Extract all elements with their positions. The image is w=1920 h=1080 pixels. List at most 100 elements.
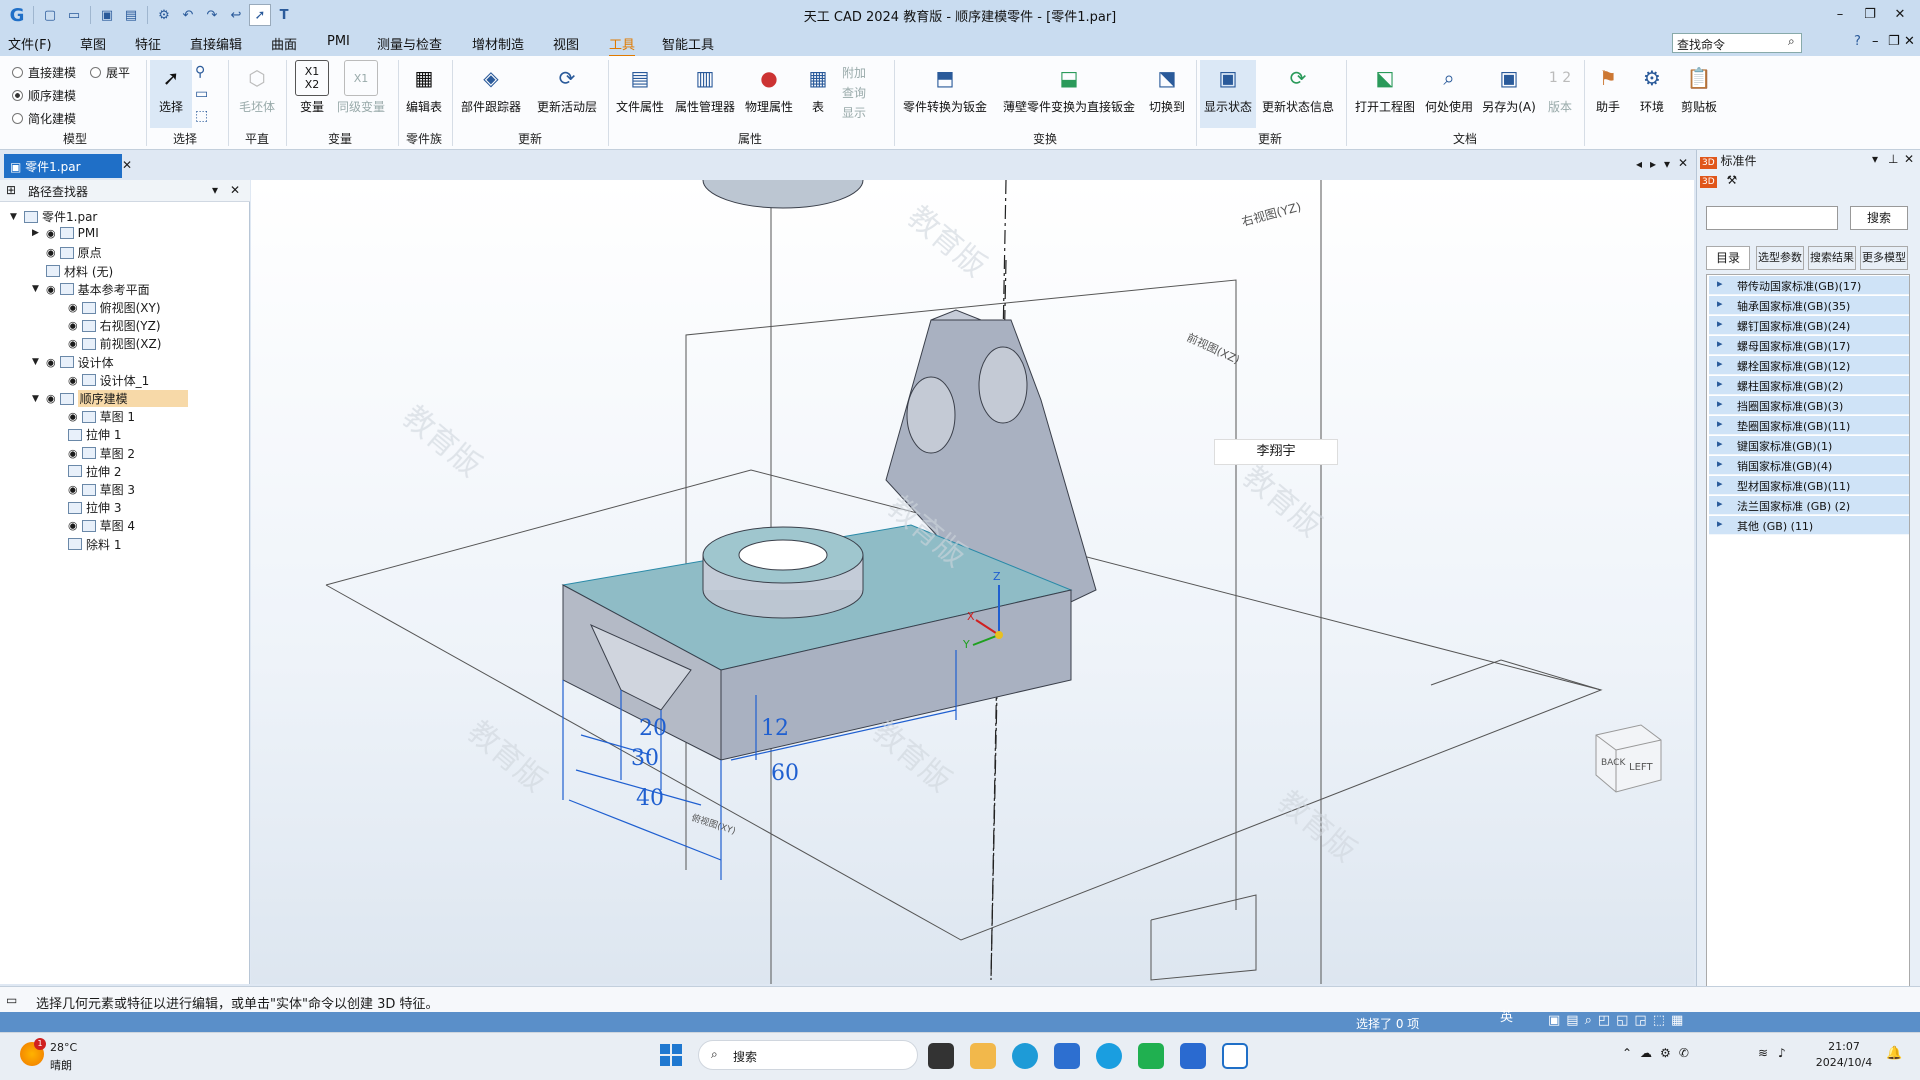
expand-toggle-icon[interactable]: ▶ <box>32 228 42 238</box>
menu-file[interactable]: 文件(F) <box>8 34 52 53</box>
part-tracker-button[interactable]: ◈ 部件跟踪器 <box>456 60 526 115</box>
tab-close-icon[interactable]: ✕ <box>122 158 132 172</box>
category-item[interactable]: 螺母国家标准(GB)(17) <box>1709 336 1909 355</box>
menu-smart-tools[interactable]: 智能工具 <box>662 34 714 53</box>
category-item[interactable]: 螺钉国家标准(GB)(24) <box>1709 316 1909 335</box>
tree-item[interactable]: ▶ ◉ PMI <box>32 226 99 240</box>
view-tools-icons[interactable]: ▣▤⌕◰◱◲⬚▦ <box>1548 1013 1689 1028</box>
rough-body-button[interactable]: ⬡ 毛坯体 <box>232 60 282 115</box>
tree-item[interactable]: ▼ ◉ 设计体 <box>32 354 114 371</box>
category-item[interactable]: 键国家标准(GB)(1) <box>1709 436 1909 455</box>
version-button[interactable]: 1 2 版本 <box>1540 60 1580 115</box>
menu-pmi[interactable]: PMI <box>327 34 350 49</box>
visibility-eye-icon[interactable]: ◉ <box>68 319 78 332</box>
convert-to-sheetmetal-button[interactable]: ⬒ 零件转换为钣金 <box>898 60 992 115</box>
std-menu-icon[interactable]: ▾ <box>1872 152 1878 166</box>
environment-button[interactable]: ⚙ 环境 <box>1632 60 1672 115</box>
clock-date[interactable]: 2024/10/4 <box>1814 1056 1874 1069</box>
hammer-icon[interactable]: ⚒ <box>1726 173 1737 187</box>
tree-item[interactable]: ◉ 草图 1 <box>54 408 135 425</box>
view-cube[interactable]: BACK LEFT <box>1595 724 1662 793</box>
tree-item[interactable]: ▼ 零件1.par <box>10 208 97 225</box>
menu-additive[interactable]: 增材制造 <box>472 34 524 53</box>
radio-sequential-modeling[interactable]: 顺序建模 <box>12 87 76 104</box>
expand-toggle-icon[interactable]: ▼ <box>32 394 42 404</box>
lasso-select-icon[interactable]: ⬚ <box>195 108 208 124</box>
tree-item[interactable]: ◉ 右视图(YZ) <box>54 317 161 334</box>
clipboard-button[interactable]: 📋 剪贴板 <box>1676 60 1722 115</box>
menu-surface[interactable]: 曲面 <box>271 34 297 53</box>
tab-more-models[interactable]: 更多模型 <box>1860 246 1908 270</box>
menu-view[interactable]: 视图 <box>553 34 579 53</box>
tab-next-icon[interactable]: ▸ <box>1650 157 1656 171</box>
variables-button[interactable]: X1 X2 变量 <box>290 60 334 115</box>
visibility-eye-icon[interactable]: ◉ <box>46 283 56 296</box>
tree-item[interactable]: ◉ 俯视图(XY) <box>54 299 161 316</box>
minimize-button[interactable]: – <box>1826 4 1854 26</box>
visibility-eye-icon[interactable]: ◉ <box>46 246 56 259</box>
dim-40[interactable]: 40 <box>636 786 664 811</box>
category-item[interactable]: 垫圈国家标准(GB)(11) <box>1709 416 1909 435</box>
property-manager-button[interactable]: ▥ 属性管理器 <box>670 60 740 115</box>
tree-item[interactable]: ◉ 原点 <box>32 244 102 261</box>
maximize-button[interactable]: ❐ <box>1856 4 1884 26</box>
visibility-eye-icon[interactable]: ◉ <box>68 447 78 460</box>
view-close-icon[interactable]: ✕ <box>1678 156 1688 170</box>
tiangong-cad-icon[interactable] <box>1222 1043 1248 1069</box>
menu-sketch[interactable]: 草图 <box>80 34 106 53</box>
attach-button[interactable]: 附加 <box>842 64 866 81</box>
model-canvas[interactable]: 20 30 40 12 60 Z X Y 右视图(YZ) 前视图(XZ) 俯视图… <box>251 151 1694 1011</box>
help-icon[interactable]: ? <box>1854 34 1861 49</box>
display-state-button[interactable]: ▣ 显示状态 <box>1200 60 1256 128</box>
file-explorer-icon[interactable] <box>970 1043 996 1069</box>
tree-item[interactable]: ▼ ◉ 基本参考平面 <box>32 281 150 298</box>
table-button[interactable]: ▦ 表 <box>800 60 836 115</box>
update-active-layer-button[interactable]: ⟳ 更新活动层 <box>530 60 604 115</box>
update-state-info-button[interactable]: ⟳ 更新状态信息 <box>1258 60 1338 115</box>
tray-icons[interactable]: ⌃☁⚙✆ <box>1622 1046 1697 1060</box>
menu-feature[interactable]: 特征 <box>135 34 161 53</box>
open-drawing-button[interactable]: ⬕ 打开工程图 <box>1350 60 1420 115</box>
ribbon-minimize-icon[interactable]: – <box>1872 34 1879 49</box>
windows-start-icon[interactable] <box>660 1044 682 1066</box>
search-icon[interactable]: ⌕ <box>1788 34 1795 49</box>
category-item[interactable]: 其他 (GB) (11) <box>1709 516 1909 535</box>
pane-menu-icon[interactable]: ▾ <box>212 183 218 197</box>
tree-item[interactable]: ◉ 草图 2 <box>54 445 135 462</box>
tab-list-icon[interactable]: ▾ <box>1664 157 1670 171</box>
filter-icon[interactable]: ⚲ <box>195 64 205 80</box>
ime-indicator[interactable]: 英 <box>1500 1006 1513 1025</box>
store-icon[interactable] <box>1054 1043 1080 1069</box>
tree-item[interactable]: ▼ ◉ 顺序建模 <box>32 390 188 407</box>
tab-catalog[interactable]: 目录 <box>1706 246 1750 270</box>
category-item[interactable]: 法兰国家标准 (GB) (2) <box>1709 496 1909 515</box>
volume-icon[interactable]: ♪ <box>1778 1046 1786 1060</box>
tree-item[interactable]: ◉ 草图 3 <box>54 481 135 498</box>
dim-20[interactable]: 20 <box>639 716 667 741</box>
physical-properties-button[interactable]: ● 物理属性 <box>742 60 796 115</box>
assistant-button[interactable]: ⚑ 助手 <box>1588 60 1628 115</box>
tree-item[interactable]: 除料 1 <box>54 536 121 553</box>
ribbon-close-icon[interactable]: ✕ <box>1904 34 1915 49</box>
box-select-icon[interactable]: ▭ <box>195 86 208 102</box>
tree-item[interactable]: 材料 (无) <box>32 263 113 280</box>
where-used-button[interactable]: ⌕ 何处使用 <box>1420 60 1478 115</box>
find-command-input[interactable]: 查找命令 <box>1672 33 1802 53</box>
dim-30[interactable]: 30 <box>631 746 659 771</box>
expand-toggle-icon[interactable]: ▼ <box>32 357 42 367</box>
category-item[interactable]: 型材国家标准(GB)(11) <box>1709 476 1909 495</box>
thin-to-sheetmetal-button[interactable]: ⬓ 薄壁零件变换为直接钣金 <box>996 60 1142 115</box>
notification-bell-icon[interactable]: 🔔 <box>1886 1046 1902 1061</box>
expand-toggle-icon[interactable]: ▼ <box>10 212 20 222</box>
edit-table-button[interactable]: ▦ 编辑表 <box>402 60 446 115</box>
tab-search-results[interactable]: 搜索结果 <box>1808 246 1856 270</box>
std-pin-icon[interactable]: ⊥ <box>1888 152 1898 166</box>
menu-tools[interactable]: 工具 <box>609 34 636 57</box>
category-item[interactable]: 螺柱国家标准(GB)(2) <box>1709 376 1909 395</box>
select-button[interactable]: ➚ 选择 <box>150 60 192 128</box>
menu-direct-edit[interactable]: 直接编辑 <box>190 34 242 53</box>
tab-selection-params[interactable]: 选型参数 <box>1756 246 1804 270</box>
tree-item[interactable]: 拉伸 1 <box>54 426 121 443</box>
task-view-icon[interactable] <box>928 1043 954 1069</box>
file-properties-button[interactable]: ▤ 文件属性 <box>612 60 668 115</box>
